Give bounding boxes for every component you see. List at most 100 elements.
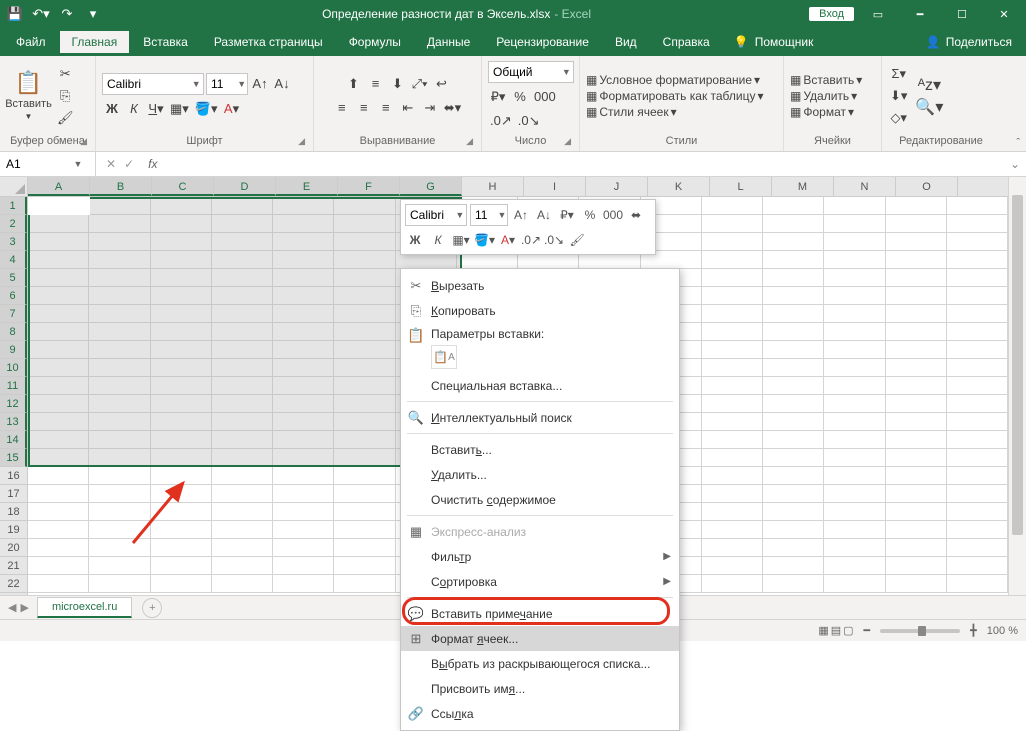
format-as-table-button[interactable]: ▦Форматировать как таблицу▾ bbox=[586, 89, 764, 103]
cell[interactable] bbox=[886, 431, 947, 449]
increase-indent-button[interactable]: ⇥ bbox=[420, 98, 440, 118]
cell[interactable] bbox=[273, 395, 334, 413]
cell[interactable] bbox=[763, 305, 824, 323]
cell[interactable] bbox=[89, 359, 150, 377]
cell[interactable] bbox=[334, 413, 395, 431]
cell[interactable] bbox=[151, 431, 212, 449]
cell[interactable] bbox=[702, 341, 763, 359]
cell[interactable] bbox=[824, 269, 885, 287]
cell[interactable] bbox=[89, 269, 150, 287]
login-button[interactable]: Вход bbox=[809, 7, 854, 21]
ribbon-options-icon[interactable]: ▭ bbox=[860, 0, 896, 28]
format-painter-button[interactable]: 🖌 bbox=[55, 108, 76, 128]
sheet-nav-prev[interactable]: ◀ bbox=[8, 601, 16, 614]
tab-insert[interactable]: Вставка bbox=[131, 31, 200, 53]
cell[interactable] bbox=[273, 431, 334, 449]
cell[interactable] bbox=[763, 431, 824, 449]
mini-size-combo[interactable]: ▼ bbox=[470, 204, 508, 226]
cell[interactable] bbox=[212, 215, 273, 233]
column-header[interactable]: B bbox=[90, 177, 152, 196]
cell[interactable] bbox=[886, 485, 947, 503]
mini-decrease-font[interactable]: A↓ bbox=[534, 205, 554, 225]
cell[interactable] bbox=[947, 467, 1008, 485]
find-select-button[interactable]: 🔍▾ bbox=[913, 97, 945, 117]
cell[interactable] bbox=[824, 557, 885, 575]
tab-data[interactable]: Данные bbox=[415, 31, 482, 53]
cell[interactable] bbox=[824, 197, 885, 215]
cell[interactable] bbox=[273, 521, 334, 539]
row-header[interactable]: 5 bbox=[0, 269, 27, 287]
sort-filter-button[interactable]: ᴬᴢ▾ bbox=[913, 75, 945, 95]
cell[interactable] bbox=[334, 215, 395, 233]
cell[interactable] bbox=[334, 575, 395, 593]
enter-formula-icon[interactable]: ✓ bbox=[124, 157, 134, 171]
decrease-indent-button[interactable]: ⇤ bbox=[398, 98, 418, 118]
share-button[interactable]: 👤Поделиться bbox=[916, 35, 1022, 49]
row-header[interactable]: 3 bbox=[0, 233, 27, 251]
select-all-button[interactable] bbox=[0, 177, 27, 197]
cell[interactable] bbox=[947, 377, 1008, 395]
collapse-ribbon-icon[interactable]: ˆ bbox=[1016, 137, 1020, 149]
row-header[interactable]: 10 bbox=[0, 359, 27, 377]
cell[interactable] bbox=[947, 269, 1008, 287]
cell[interactable] bbox=[212, 521, 273, 539]
cell[interactable] bbox=[763, 233, 824, 251]
tab-file[interactable]: Файл bbox=[4, 31, 58, 53]
underline-button[interactable]: Ч▾ bbox=[146, 99, 166, 119]
view-normal-icon[interactable]: ▦ bbox=[818, 624, 828, 637]
cell[interactable] bbox=[763, 575, 824, 593]
column-header[interactable]: M bbox=[772, 177, 834, 196]
cell[interactable] bbox=[151, 503, 212, 521]
font-name-combo[interactable]: ▼ bbox=[102, 73, 204, 95]
tab-formulas[interactable]: Формулы bbox=[337, 31, 413, 53]
cell[interactable] bbox=[824, 251, 885, 269]
cell[interactable] bbox=[334, 323, 395, 341]
cell[interactable] bbox=[886, 539, 947, 557]
cell[interactable] bbox=[151, 557, 212, 575]
cell[interactable] bbox=[212, 377, 273, 395]
column-header[interactable]: K bbox=[648, 177, 710, 196]
increase-decimal-button[interactable]: .0↗ bbox=[488, 111, 514, 131]
cell[interactable] bbox=[212, 467, 273, 485]
cell[interactable] bbox=[886, 269, 947, 287]
cell[interactable] bbox=[824, 359, 885, 377]
paste-button[interactable]: 📋Вставить▼ bbox=[6, 66, 51, 125]
cell[interactable] bbox=[763, 449, 824, 467]
align-left-button[interactable]: ≡ bbox=[332, 98, 352, 118]
row-header[interactable]: 1 bbox=[0, 197, 27, 215]
cell[interactable] bbox=[212, 269, 273, 287]
cell[interactable] bbox=[947, 449, 1008, 467]
cell[interactable] bbox=[334, 521, 395, 539]
cell[interactable] bbox=[763, 197, 824, 215]
fill-button[interactable]: ⬇▾ bbox=[888, 86, 909, 106]
cell[interactable] bbox=[886, 341, 947, 359]
cell[interactable] bbox=[824, 521, 885, 539]
cell[interactable] bbox=[763, 251, 824, 269]
cell[interactable] bbox=[947, 521, 1008, 539]
cell[interactable] bbox=[702, 215, 763, 233]
cell[interactable] bbox=[89, 377, 150, 395]
cell[interactable] bbox=[151, 323, 212, 341]
cell[interactable] bbox=[886, 467, 947, 485]
view-page-layout-icon[interactable]: ▤ bbox=[831, 624, 841, 637]
font-size-combo[interactable]: ▼ bbox=[206, 73, 248, 95]
cell[interactable] bbox=[89, 575, 150, 593]
cell[interactable] bbox=[151, 413, 212, 431]
cell[interactable] bbox=[702, 575, 763, 593]
cell[interactable] bbox=[702, 557, 763, 575]
cell[interactable] bbox=[273, 557, 334, 575]
cell[interactable] bbox=[273, 323, 334, 341]
mini-border[interactable]: ▦▾ bbox=[451, 230, 471, 250]
cell[interactable] bbox=[763, 359, 824, 377]
cell[interactable] bbox=[273, 377, 334, 395]
clipboard-dialog-icon[interactable]: ◢ bbox=[80, 136, 87, 147]
cell[interactable] bbox=[89, 557, 150, 575]
cell[interactable] bbox=[947, 233, 1008, 251]
cell[interactable] bbox=[947, 503, 1008, 521]
cell[interactable] bbox=[151, 485, 212, 503]
mini-italic[interactable]: К bbox=[428, 230, 448, 250]
cell[interactable] bbox=[89, 341, 150, 359]
delete-cells-button[interactable]: ▦Удалить▾ bbox=[790, 89, 857, 103]
close-button[interactable]: ✕ bbox=[986, 0, 1022, 28]
cell[interactable] bbox=[763, 341, 824, 359]
